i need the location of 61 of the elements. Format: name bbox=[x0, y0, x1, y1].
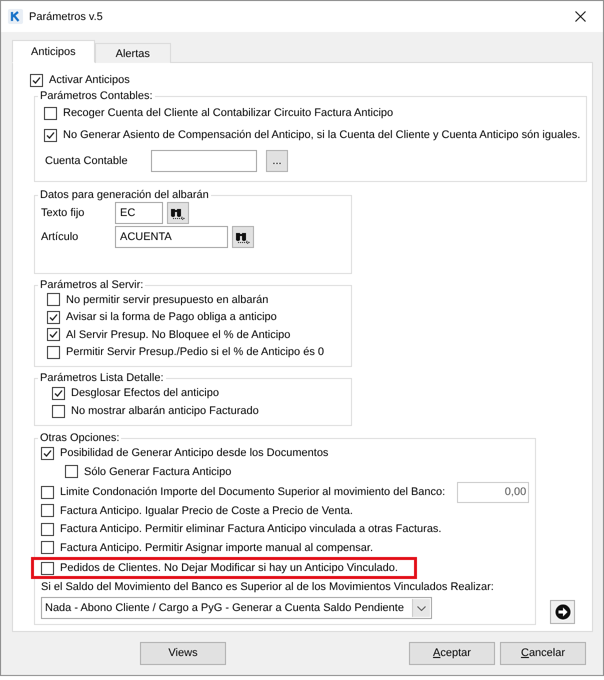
chevron-down-icon bbox=[417, 606, 426, 610]
search-button[interactable] bbox=[167, 202, 189, 224]
checkbox[interactable] bbox=[52, 404, 65, 418]
option-label: Pedidos de Clientes. No Dejar Modificar si hay un Anticipo Vinculado. bbox=[60, 562, 398, 574]
checkbox[interactable] bbox=[41, 562, 54, 574]
tab[interactable]: Alertas bbox=[94, 43, 171, 63]
binoculars-icon bbox=[235, 230, 251, 244]
option-label: Al Servir Presup. No Bloquee el % de Anticipo bbox=[66, 328, 290, 341]
app-logo-icon bbox=[8, 9, 23, 24]
option-label: No mostrar albarán anticipo Facturado bbox=[71, 405, 259, 417]
field-label: Artículo bbox=[41, 231, 80, 243]
group-title: Datos para generación del albarán bbox=[39, 189, 210, 201]
browse-button[interactable]: ... bbox=[266, 150, 288, 172]
field-label: Texto fijo bbox=[41, 207, 86, 219]
field-label: Cuenta Contable bbox=[45, 155, 129, 167]
dialog-button[interactable]: Aceptar bbox=[409, 642, 495, 664]
field-label: Si el Saldo del Movimiento del Banco es Superior al de los Movimientos Vinculados Realizar: bbox=[41, 581, 495, 593]
binoculars-icon bbox=[170, 206, 186, 220]
text-field[interactable]: EC bbox=[115, 202, 163, 224]
option-label: No permitir servir presupuesto en albarán bbox=[66, 294, 268, 306]
account-field[interactable] bbox=[151, 150, 257, 172]
close-icon bbox=[574, 11, 586, 22]
dialog-button[interactable]: Cancelar bbox=[500, 642, 586, 664]
checkbox[interactable] bbox=[47, 310, 60, 324]
option-label: Factura Anticipo. Permitir Asignar importe manual al compensar. bbox=[60, 542, 374, 554]
option-label: No Generar Asiento de Compensación del Anticipo, si la Cuenta del Cliente y Cuenta Anticipo són iguales. bbox=[63, 129, 580, 141]
option-label: Sólo Generar Factura Anticipo bbox=[84, 466, 232, 478]
group-title: Otras Opciones: bbox=[39, 432, 120, 444]
checkbox[interactable] bbox=[30, 74, 43, 86]
next-button[interactable] bbox=[550, 600, 576, 624]
views-button[interactable]: Views bbox=[140, 642, 226, 664]
option-label: Desglosar Efectos del anticipo bbox=[71, 387, 219, 399]
checkbox[interactable] bbox=[44, 128, 57, 142]
checkbox[interactable] bbox=[44, 106, 57, 120]
option-label: Avisar si la forma de Pago obliga a anticipo bbox=[66, 311, 277, 324]
option-label: Permitir Servir Presup./Pedio si el % de Anticipo és 0 bbox=[66, 346, 324, 358]
checkbox[interactable] bbox=[47, 293, 60, 306]
checkbox[interactable] bbox=[41, 486, 54, 499]
search-button[interactable] bbox=[232, 226, 254, 248]
arrow-right-icon bbox=[554, 604, 571, 620]
group-title: Parámetros Lista Detalle: bbox=[39, 372, 164, 384]
checkbox[interactable] bbox=[41, 522, 54, 536]
checkbox[interactable] bbox=[47, 346, 60, 359]
checkbox[interactable] bbox=[41, 504, 54, 518]
option-label: Factura Anticipo. Igualar Precio de Coste a Precio de Venta. bbox=[60, 504, 353, 517]
tab[interactable]: Anticipos bbox=[12, 40, 95, 63]
text-field[interactable]: ACUENTA bbox=[115, 226, 228, 248]
checkbox[interactable] bbox=[47, 328, 60, 342]
checkbox[interactable] bbox=[65, 465, 78, 478]
group-title: Parámetros al Servir: bbox=[39, 279, 144, 291]
option-label: Limite Condonación Importe del Documento Superior al movimiento del Banco: bbox=[60, 486, 446, 498]
checkbox[interactable] bbox=[41, 541, 54, 554]
option-label: Factura Anticipo. Permitir eliminar Factura Anticipo vinculada a otras Facturas. bbox=[60, 523, 442, 536]
window-title: Parámetros v.5 bbox=[29, 10, 104, 22]
option-label: Posibilidad de Generar Anticipo desde los Documentos bbox=[60, 447, 328, 460]
option-label: Activar Anticipos bbox=[49, 74, 130, 86]
dropdown[interactable]: Nada - Abono Cliente / Cargo a PyG - Generar a Cuenta Saldo Pendiente bbox=[41, 597, 432, 619]
option-label: Recoger Cuenta del Cliente al Contabilizar Circuito Factura Anticipo bbox=[63, 107, 394, 119]
checkbox[interactable] bbox=[41, 446, 54, 460]
group-title: Parámetros Contables: bbox=[39, 90, 154, 102]
checkbox[interactable] bbox=[52, 386, 65, 400]
